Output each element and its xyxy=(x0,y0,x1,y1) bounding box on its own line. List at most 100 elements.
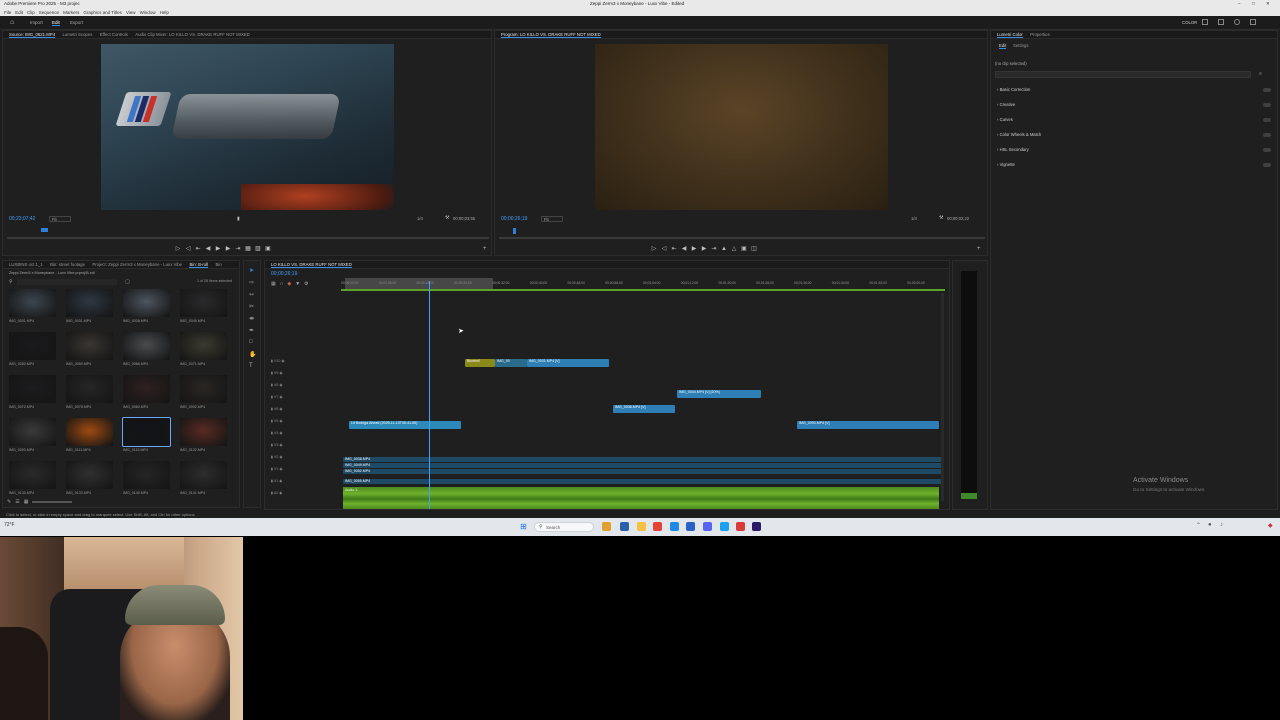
project-thumbnail[interactable] xyxy=(123,375,170,403)
track-header[interactable]: ▮ V1 ◉ xyxy=(271,467,341,475)
tab-source[interactable]: Source: IMG_0621.MP4 xyxy=(9,32,56,38)
timeline-clip[interactable]: IMG_0055.MP4 xyxy=(343,479,943,484)
tab-street-footage[interactable]: Bin: street footage xyxy=(50,262,85,267)
project-thumbnail[interactable] xyxy=(180,418,227,446)
project-thumbnail[interactable] xyxy=(180,461,227,489)
menu-help[interactable]: Help xyxy=(160,10,169,15)
start-menu-icon[interactable]: ⊞ xyxy=(520,522,527,531)
prog-step-back-icon[interactable]: ◀ xyxy=(681,246,687,252)
davinci-icon[interactable] xyxy=(736,522,745,531)
rectangle-tool-icon[interactable]: □ xyxy=(249,339,253,345)
project-thumbnail[interactable] xyxy=(123,289,170,317)
track-header[interactable]: ▮ V9 ◉ xyxy=(271,371,341,379)
section-toggle[interactable] xyxy=(1263,118,1271,122)
wifi-icon[interactable]: ● xyxy=(1208,522,1212,528)
eye-icon[interactable]: ◉ xyxy=(278,383,282,387)
notification-icon[interactable]: ◆ xyxy=(1268,522,1273,529)
tab-lumetri-color[interactable]: Lumetri Color xyxy=(997,32,1023,38)
tab-lumetri-scopes[interactable]: Lumetri Scopes xyxy=(63,32,93,37)
section-curves[interactable]: › Curves xyxy=(997,117,1271,125)
section-hsl-secondary[interactable]: › HSL Secondary xyxy=(997,147,1271,155)
timeline-clip[interactable]: IMG_0038.MP4 xyxy=(343,457,943,462)
selection-tool-icon[interactable]: ➤ xyxy=(249,267,254,274)
timeline-clip[interactable]: IMG_0049.MP4 xyxy=(343,463,943,468)
program-add-button-icon[interactable]: + xyxy=(977,246,981,252)
workspace-import[interactable]: Import xyxy=(30,20,43,25)
steam-icon[interactable] xyxy=(720,522,729,531)
section-toggle[interactable] xyxy=(1263,103,1271,107)
workspace-export[interactable]: Export xyxy=(70,20,83,25)
list-view-icon[interactable]: ☰ xyxy=(15,499,19,505)
tab-properties[interactable]: Properties xyxy=(1030,32,1050,37)
eye-icon[interactable]: ◉ xyxy=(278,371,282,375)
clip-selector-dropdown[interactable] xyxy=(995,71,1251,78)
timeline-clip[interactable]: IMG_0044.MP4 [V] [20%] xyxy=(677,390,761,398)
tab-sequence[interactable]: LO KILLO VS. DRAKE RUFF NOT MIXED xyxy=(271,262,352,268)
timeline-vertical-scrollbar[interactable] xyxy=(941,293,944,501)
eye-icon[interactable]: ◉ xyxy=(278,491,282,495)
project-thumbnail[interactable] xyxy=(66,461,113,489)
project-thumbnail[interactable] xyxy=(123,461,170,489)
new-bin-icon[interactable]: ▢ xyxy=(125,279,130,285)
project-thumbnail[interactable] xyxy=(66,332,113,360)
fullscreen-icon[interactable] xyxy=(1218,19,1224,25)
track-header[interactable]: ▮ V10 ◉ xyxy=(271,359,341,367)
menu-markers[interactable]: Markers xyxy=(63,10,79,15)
go-to-out-icon[interactable]: ⇥ xyxy=(235,246,241,252)
comparison-view-icon[interactable]: ◫ xyxy=(751,246,757,252)
project-thumbnail[interactable] xyxy=(122,417,171,447)
tab-effect-controls[interactable]: Effect Controls xyxy=(100,32,128,37)
tab-b-roll[interactable]: Bin: B-roll xyxy=(189,262,209,268)
prog-export-frame-icon[interactable]: ▣ xyxy=(741,246,747,252)
track-header[interactable]: ▮ V3 ◉ xyxy=(271,443,341,451)
timeline-settings-icon[interactable]: ⚙ xyxy=(304,281,308,287)
tab-bin[interactable]: Bin xyxy=(215,262,221,267)
menu-edit[interactable]: Edit xyxy=(15,10,23,15)
timeline-clip[interactable]: Bluebell xyxy=(465,359,495,367)
prog-step-forward-icon[interactable]: ▶ xyxy=(701,246,707,252)
wrench-icon[interactable]: ⚒ xyxy=(445,215,449,221)
razor-tool-icon[interactable]: ✂ xyxy=(249,303,254,310)
quick-export-icon[interactable] xyxy=(1202,19,1208,25)
play-icon[interactable]: ▶ xyxy=(215,246,221,252)
section-vignette[interactable]: › Vignette xyxy=(997,162,1271,170)
tab-luxbins[interactable]: LUXBINS oct 1_1 xyxy=(9,262,43,267)
zoom-slider[interactable] xyxy=(32,501,73,503)
type-tool-icon[interactable]: T xyxy=(249,363,253,369)
go-to-in-icon[interactable]: ⇤ xyxy=(195,246,201,252)
menu-sequence[interactable]: Sequence xyxy=(39,10,59,15)
eye-icon[interactable]: ◉ xyxy=(278,431,282,435)
prog-mark-in-icon[interactable]: ▷ xyxy=(651,246,657,252)
mark-out-icon[interactable]: ◁ xyxy=(185,246,191,252)
source-quality[interactable]: 1/4 xyxy=(417,216,423,221)
project-thumbnail[interactable] xyxy=(9,418,56,446)
tab-program[interactable]: Program: LO KILLO VS. DRAKE RUFF NOT MIX… xyxy=(501,32,601,38)
widgets-icon[interactable] xyxy=(602,522,611,531)
eye-icon[interactable]: ◉ xyxy=(278,419,282,423)
tab-audio-clip-mixer[interactable]: Audio Clip Mixer: LO KILLO VS. DRAKE RUF… xyxy=(135,32,250,37)
prog-mark-out-icon[interactable]: ◁ xyxy=(661,246,667,252)
close-icon[interactable]: ✕ xyxy=(1266,1,1270,7)
weather-temp[interactable]: 72°F xyxy=(4,522,15,528)
help-icon[interactable] xyxy=(1234,19,1240,25)
volume-icon[interactable]: ♪ xyxy=(1220,522,1223,528)
project-thumbnail[interactable] xyxy=(180,332,227,360)
maximize-icon[interactable]: □ xyxy=(1252,1,1255,6)
section-color-wheels[interactable]: › Color Wheels & Match xyxy=(997,132,1271,140)
timeline-playhead[interactable] xyxy=(429,281,430,509)
eye-icon[interactable]: ◉ xyxy=(278,455,282,459)
tab-project[interactable]: Project: Zeppi Zerm3 x Moneybane - Luxx … xyxy=(92,262,182,267)
project-thumbnail[interactable] xyxy=(180,375,227,403)
project-thumbnail[interactable] xyxy=(9,332,56,360)
eye-icon[interactable]: ◉ xyxy=(278,407,282,411)
share-icon[interactable] xyxy=(1250,19,1256,25)
extract-icon[interactable]: △ xyxy=(731,246,737,252)
project-search-input[interactable] xyxy=(17,279,117,285)
program-quality[interactable]: 1/4 xyxy=(911,216,917,221)
section-basic-correction[interactable]: › Basic Correction xyxy=(997,87,1271,95)
prog-go-to-in-icon[interactable]: ⇤ xyxy=(671,246,677,252)
overwrite-icon[interactable]: ▧ xyxy=(255,246,261,252)
track-header[interactable]: ▮ V6 ◉ xyxy=(271,407,341,415)
eye-icon[interactable]: ◉ xyxy=(278,395,282,399)
project-thumbnail[interactable] xyxy=(9,461,56,489)
